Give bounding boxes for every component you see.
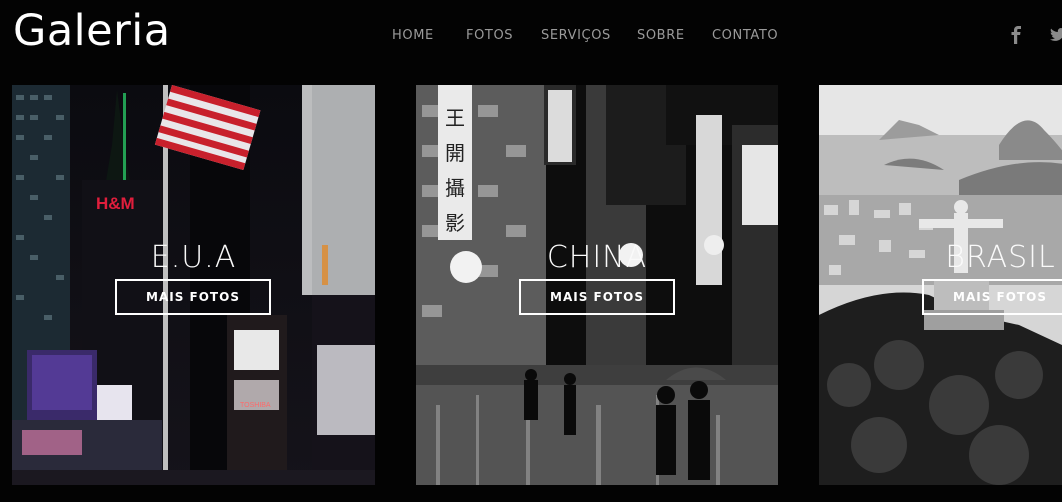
card-title-china: CHINA <box>546 240 648 275</box>
nav-item-fotos[interactable]: FOTOS <box>466 28 513 43</box>
svg-text:王: 王 <box>445 106 465 130</box>
gallery-card-eua[interactable]: H&M TOSHIBA E.U.A MAIS FOTOS <box>12 85 375 485</box>
nav-item-servicos[interactable]: SERVIÇOS <box>541 28 611 43</box>
svg-text:TOSHIBA: TOSHIBA <box>240 402 271 409</box>
svg-text:攝: 攝 <box>445 176 465 200</box>
card-title-eua: E.U.A <box>150 240 237 275</box>
site-logo[interactable]: Galeria <box>13 6 171 56</box>
svg-text:H&M: H&M <box>96 194 135 213</box>
nav-item-sobre[interactable]: SOBRE <box>637 28 685 43</box>
mais-fotos-button-brasil[interactable]: MAIS FOTOS <box>922 279 1062 315</box>
nav-item-home[interactable]: HOME <box>392 28 434 43</box>
twitter-icon[interactable] <box>1050 28 1062 42</box>
gallery-card-china[interactable]: 王開攝影 CHINA MAIS FOTOS <box>416 85 778 485</box>
site-header: Galeria HOME FOTOS SERVIÇOS SOBRE CONTAT… <box>0 0 1062 76</box>
mais-fotos-button-eua[interactable]: MAIS FOTOS <box>115 279 271 315</box>
nav-item-contato[interactable]: CONTATO <box>712 28 778 43</box>
svg-text:開: 開 <box>445 141 465 165</box>
card-title-brasil: BRASIL <box>945 240 1056 275</box>
facebook-icon[interactable] <box>1010 26 1022 44</box>
gallery-card-brasil[interactable]: BRASIL MAIS FOTOS <box>819 85 1062 485</box>
mais-fotos-button-china[interactable]: MAIS FOTOS <box>519 279 675 315</box>
svg-text:影: 影 <box>445 211 465 235</box>
